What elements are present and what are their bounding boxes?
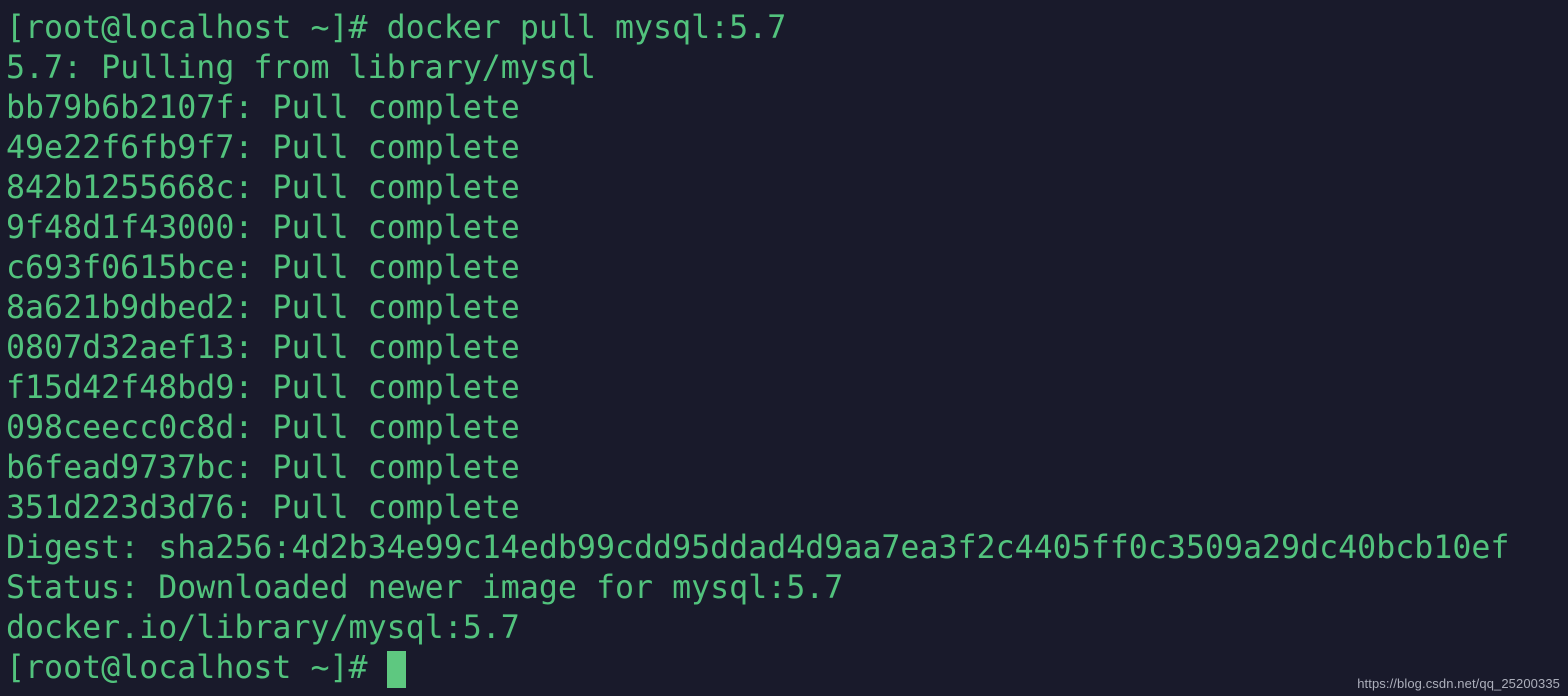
terminal-line-layer-1: bb79b6b2107f: Pull complete [6,90,520,126]
terminal-line-status: Status: Downloaded newer image for mysql… [6,570,844,606]
terminal-line-pulling-from: 5.7: Pulling from library/mysql [6,50,596,86]
terminal-screen[interactable]: [root@localhost ~]# docker pull mysql:5.… [0,0,1568,696]
terminal-line-layer-4: 9f48d1f43000: Pull complete [6,210,520,246]
terminal-line-image-ref: docker.io/library/mysql:5.7 [6,610,520,646]
terminal-line-layer-7: 0807d32aef13: Pull complete [6,330,520,366]
text-cursor [386,651,406,688]
terminal-line-layer-8: f15d42f48bd9: Pull complete [6,370,520,406]
terminal-line-layer-9: 098ceecc0c8d: Pull complete [6,410,520,446]
terminal-line-layer-6: 8a621b9dbed2: Pull complete [6,290,520,326]
terminal-line-layer-3: 842b1255668c: Pull complete [6,170,520,206]
terminal-line-layer-10: b6fead9737bc: Pull complete [6,450,520,486]
terminal-line-layer-5: c693f0615bce: Pull complete [6,250,520,286]
terminal-line-prompt-idle: [root@localhost ~]# [6,650,387,686]
terminal-window[interactable]: [root@localhost ~]# docker pull mysql:5.… [0,0,1568,696]
terminal-line-digest: Digest: sha256:4d2b34e99c14edb99cdd95dda… [6,530,1510,566]
terminal-line-prompt-command: [root@localhost ~]# docker pull mysql:5.… [6,10,787,46]
watermark-text: https://blog.csdn.net/qq_25200335 [1357,676,1560,691]
terminal-line-layer-11: 351d223d3d76: Pull complete [6,490,520,526]
terminal-line-layer-2: 49e22f6fb9f7: Pull complete [6,130,520,166]
